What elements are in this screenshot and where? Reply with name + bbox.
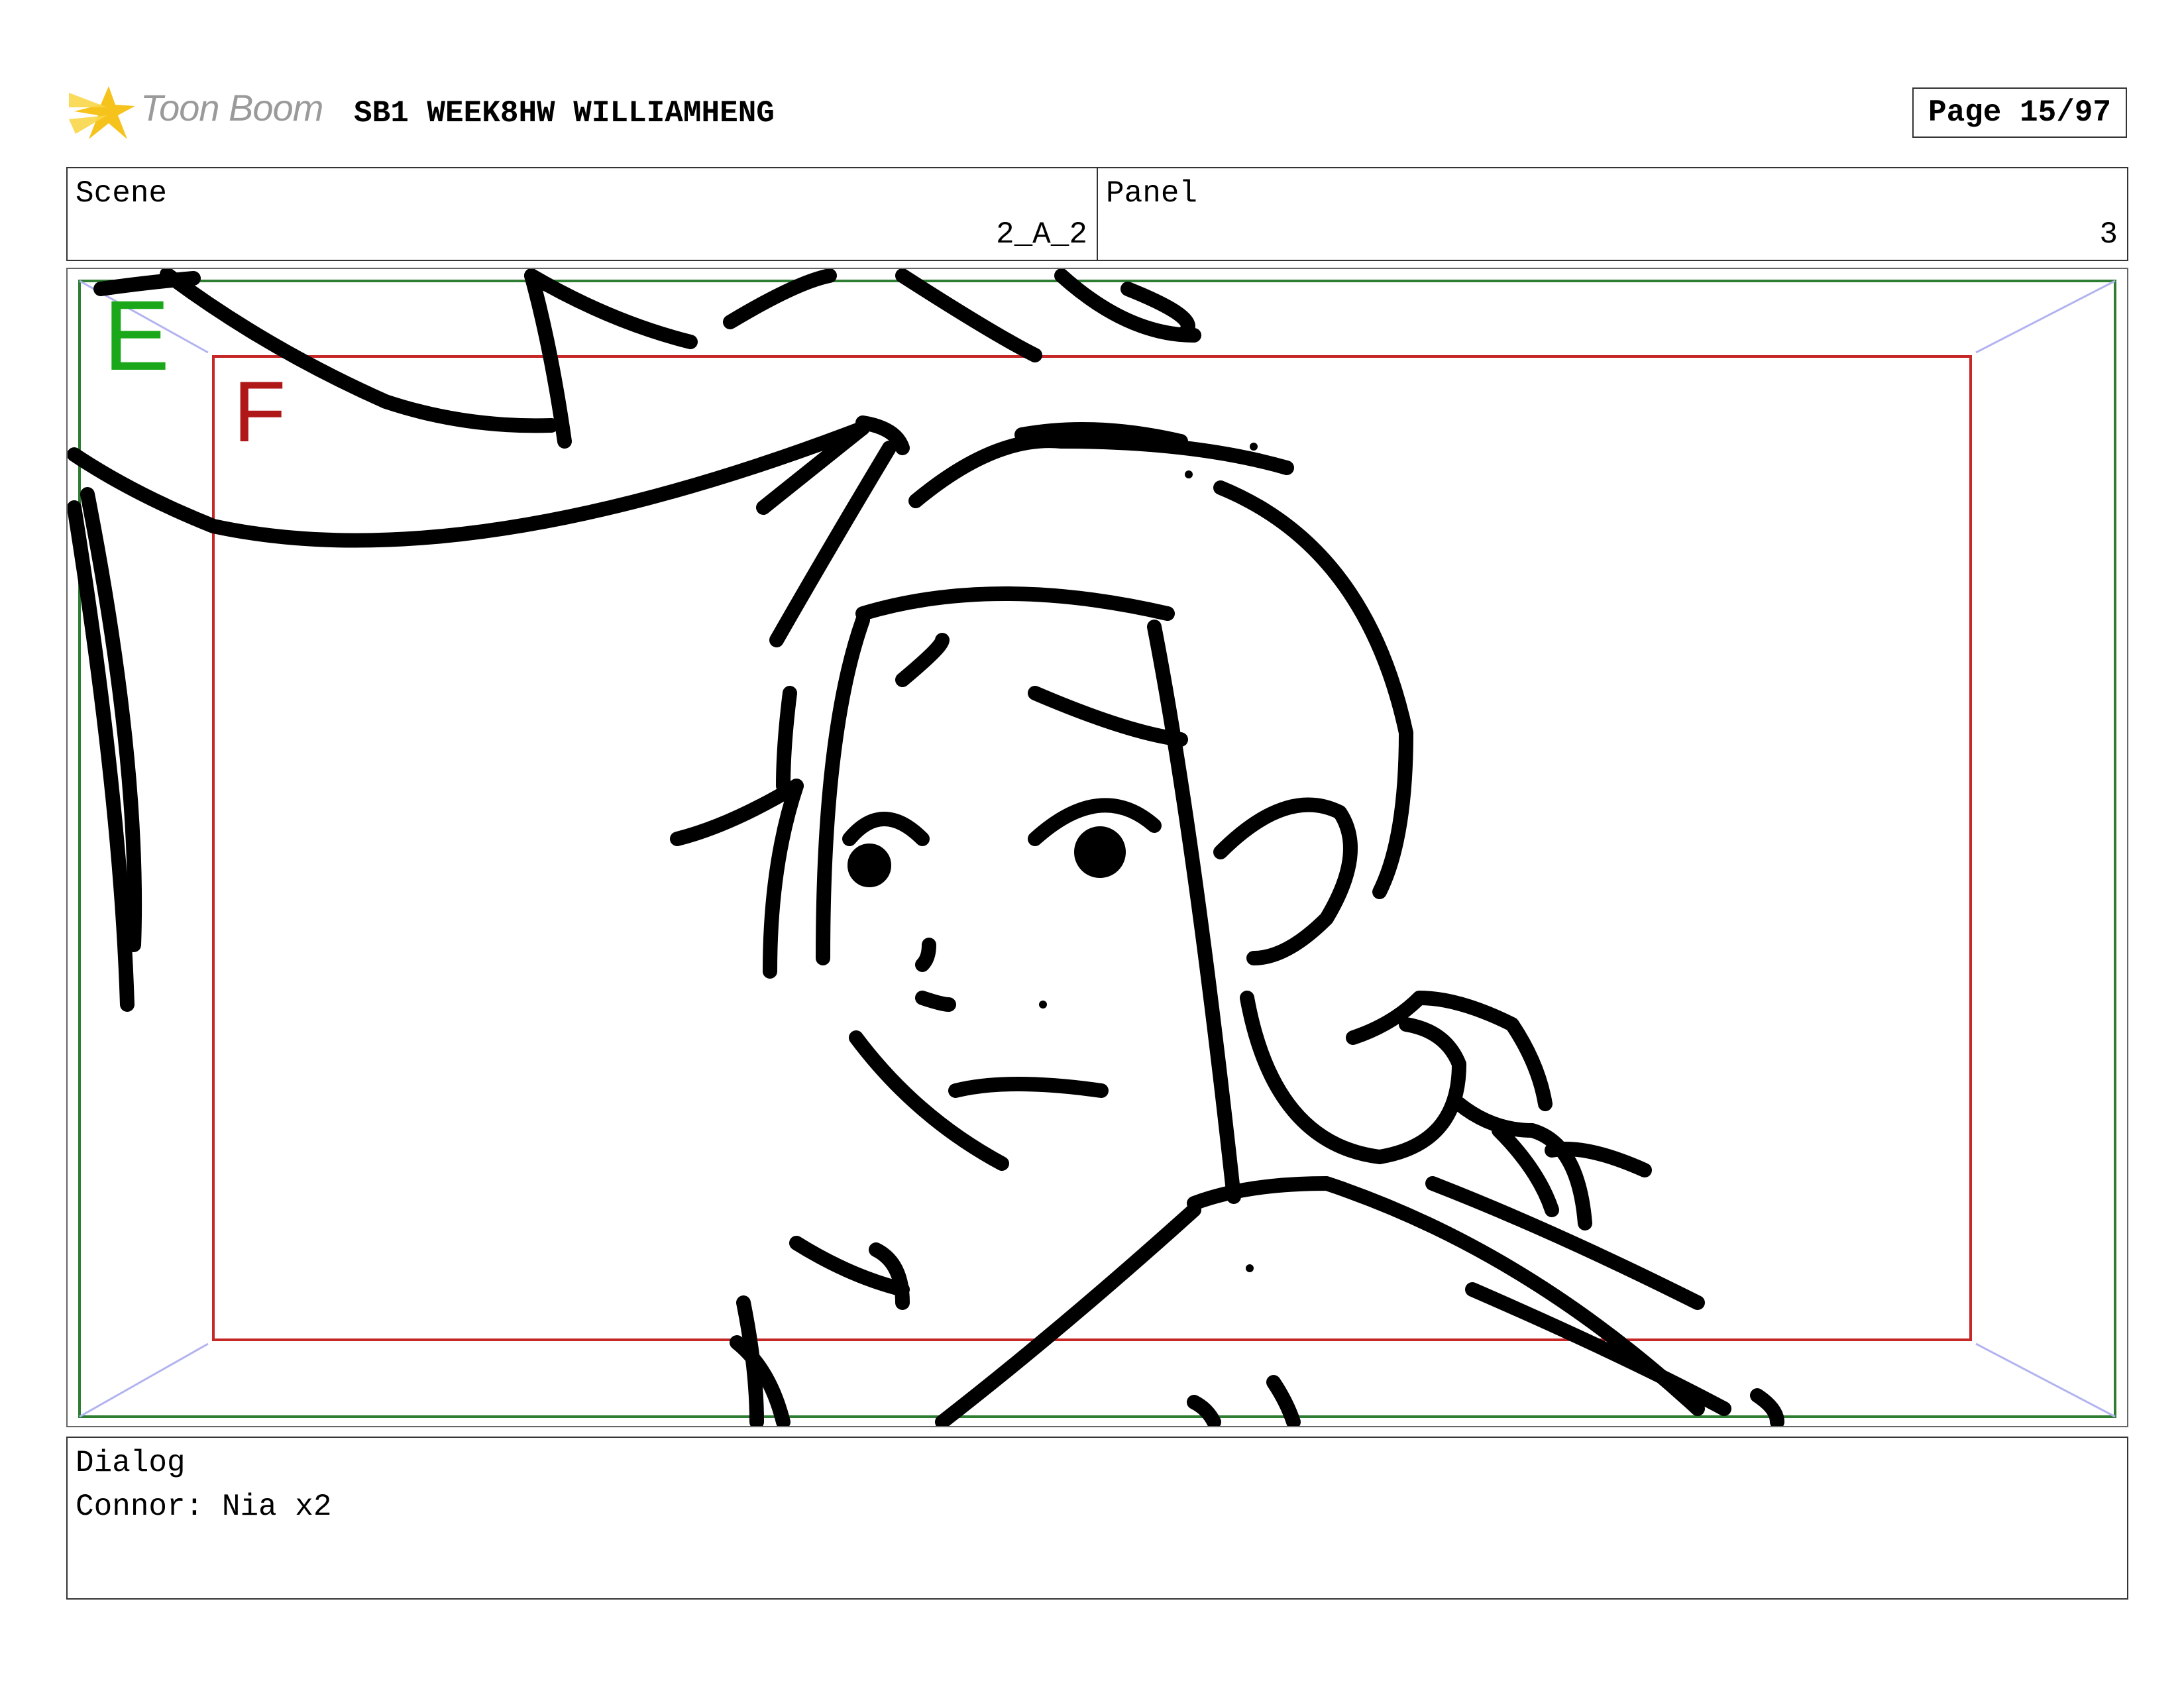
logo-wordmark: Toon Boom	[140, 87, 323, 129]
panel-value: 3	[2099, 217, 2118, 252]
page-number: Page 15/97	[1912, 87, 2127, 138]
scene-label: Scene	[76, 176, 168, 211]
character-sketch	[68, 269, 1784, 1426]
toon-boom-logo: Toon Boom	[69, 73, 347, 152]
dialog-label: Dialog	[76, 1446, 186, 1480]
storyboard-panel: E F	[66, 268, 2128, 1427]
panel-label: Panel	[1106, 176, 1198, 211]
inner-frame-letter: F	[233, 363, 286, 460]
panel-cell: Panel 3	[1097, 168, 2127, 260]
dialog-text: Connor: Nia x2	[76, 1490, 332, 1524]
scene-panel-info: Scene 2_A_2 Panel 3	[66, 167, 2128, 261]
panel-sketch: E F	[68, 269, 2116, 1426]
scene-cell: Scene 2_A_2	[68, 168, 1097, 260]
dialog-box: Dialog Connor: Nia x2	[66, 1437, 2128, 1600]
scene-value: 2_A_2	[995, 217, 1087, 252]
outer-frame-letter: E	[103, 280, 170, 391]
project-title: SB1 WEEK8HW WILLIAMHENG	[354, 96, 775, 131]
starburst-logo-icon	[69, 86, 135, 139]
